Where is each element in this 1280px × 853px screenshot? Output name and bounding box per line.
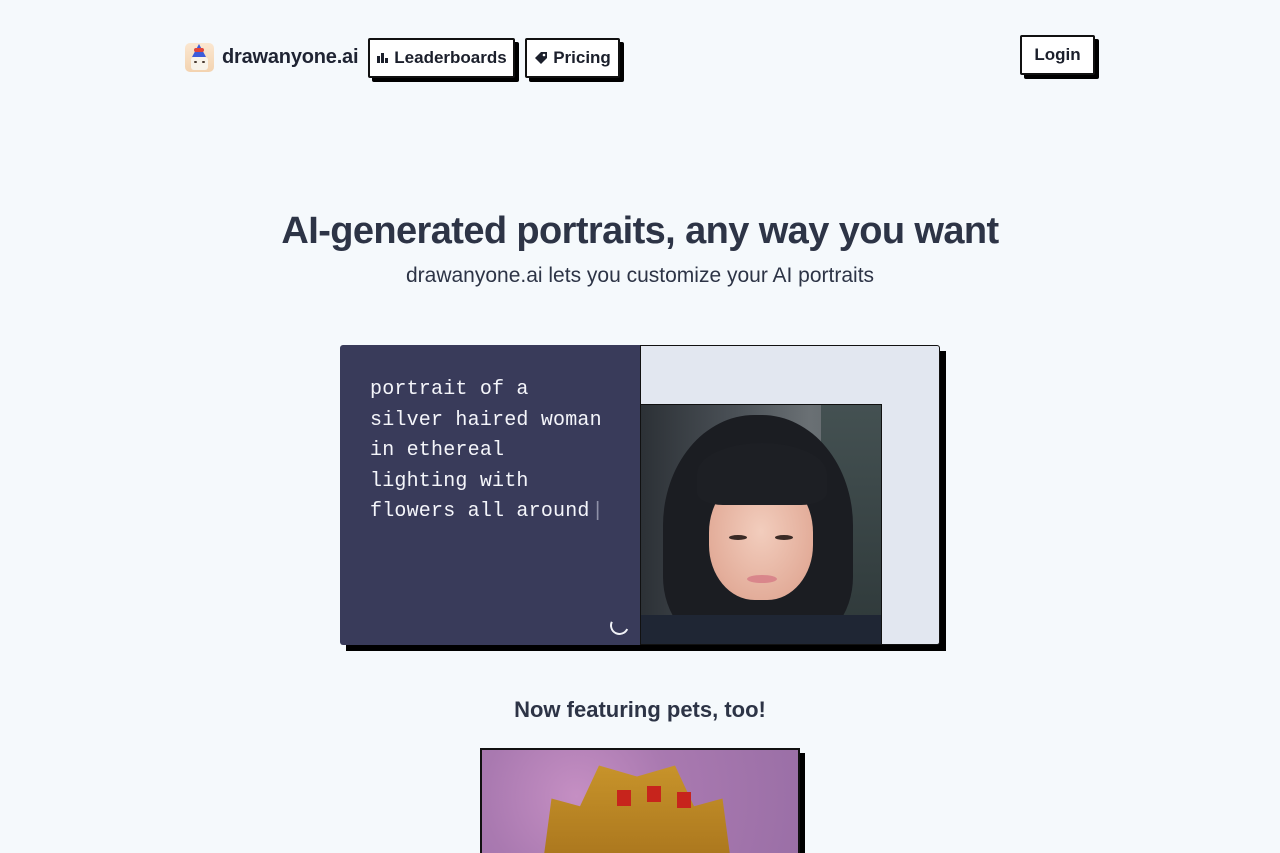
login-button[interactable]: Login xyxy=(1020,35,1095,75)
pricing-label: Pricing xyxy=(553,48,611,67)
pricing-button[interactable]: Pricing xyxy=(525,38,620,78)
bar-chart-icon xyxy=(376,52,389,64)
leaderboards-button[interactable]: Leaderboards xyxy=(368,38,515,78)
typing-caret: | xyxy=(591,500,604,524)
prompt-content: portrait of a silver haired woman in eth… xyxy=(370,378,602,524)
crown-graphic xyxy=(542,765,732,853)
landing-page: drawanyone.ai Leaderboards Pricing Login… xyxy=(0,0,1280,853)
price-tag-icon xyxy=(534,51,548,65)
generated-image-panel xyxy=(640,345,940,645)
pet-portrait-image xyxy=(480,748,800,853)
loading-spinner-icon xyxy=(607,613,632,638)
leaderboards-label: Leaderboards xyxy=(394,48,507,67)
hero-subtitle: drawanyone.ai lets you customize your AI… xyxy=(405,264,875,287)
app-logo-icon xyxy=(185,43,214,72)
hero-title: AI-generated portraits, any way you want xyxy=(281,210,999,252)
prompt-text: portrait of a silver haired woman in eth… xyxy=(370,375,620,528)
pets-section-title: Now featuring pets, too! xyxy=(514,697,766,722)
prompt-panel: portrait of a silver haired woman in eth… xyxy=(340,345,641,645)
brand-name: drawanyone.ai xyxy=(222,46,359,68)
brand[interactable]: drawanyone.ai xyxy=(185,43,359,72)
portrait-photo xyxy=(641,404,882,644)
